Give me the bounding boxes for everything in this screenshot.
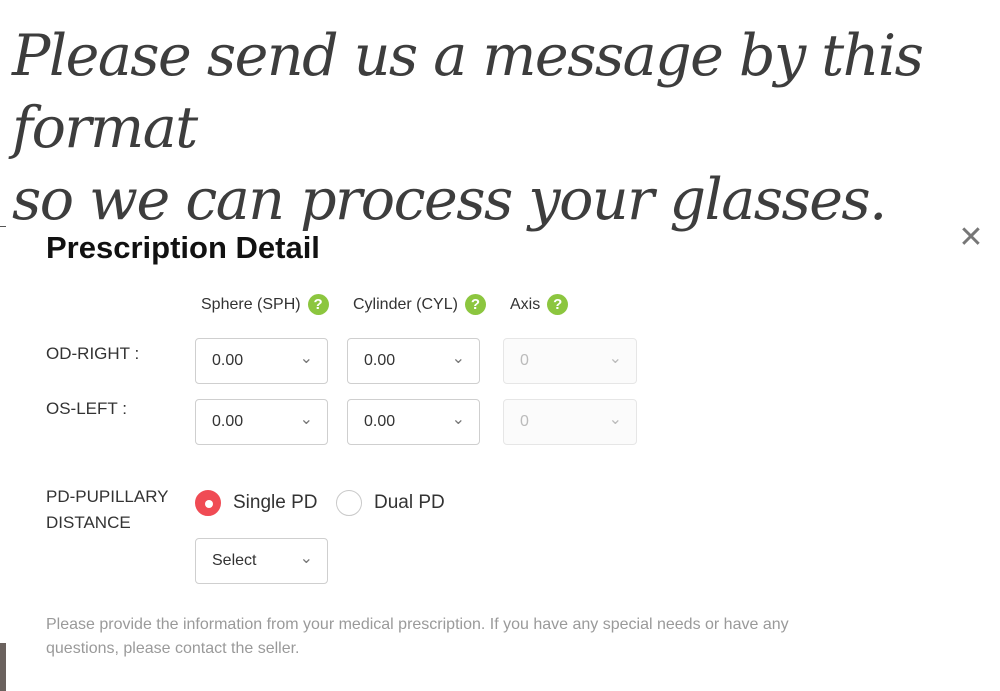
os-sphere-value: 0.00 <box>212 413 244 430</box>
axis-label: Axis <box>510 295 541 313</box>
close-icon[interactable]: ✕ <box>956 223 986 253</box>
note-line-2: questions, please contact the seller. <box>46 640 300 657</box>
od-right-label: OD-RIGHT : <box>46 344 140 363</box>
os-axis-select: 0 ⌄ <box>503 399 637 445</box>
help-icon-sphere[interactable]: ? <box>307 294 329 315</box>
single-pd-radio[interactable]: Single PD <box>195 490 318 516</box>
instruction-headline: Please send us a message by this format … <box>12 20 997 236</box>
pd-select-value: Select <box>212 552 257 569</box>
help-icon-axis[interactable]: ? <box>547 294 569 315</box>
pd-label: PD-PUPILLARY DISTANCE <box>46 484 169 536</box>
chevron-down-icon: ⌄ <box>608 350 622 367</box>
column-header-cylinder: Cylinder (CYL) ? <box>353 294 486 315</box>
od-sphere-value: 0.00 <box>212 352 244 369</box>
pd-label-line-1: PD-PUPILLARY <box>46 487 169 506</box>
os-cylinder-value: 0.00 <box>364 413 396 430</box>
pd-select[interactable]: Select ⌄ <box>195 538 328 584</box>
headline-line-1: Please send us a message by this format <box>12 23 924 161</box>
chevron-down-icon: ⌄ <box>608 411 622 428</box>
os-axis-value: 0 <box>520 413 529 430</box>
prescription-note: Please provide the information from your… <box>46 613 946 661</box>
chevron-down-icon: ⌄ <box>299 550 313 567</box>
edge-bar <box>0 643 6 691</box>
note-line-1: Please provide the information from your… <box>46 616 789 633</box>
os-sphere-select[interactable]: 0.00 ⌄ <box>195 399 328 445</box>
dual-pd-label: Dual PD <box>374 492 445 513</box>
help-icon-cylinder[interactable]: ? <box>464 294 486 315</box>
single-pd-label: Single PD <box>233 492 318 513</box>
radio-checked-icon <box>195 490 221 516</box>
dual-pd-radio[interactable]: Dual PD <box>336 490 445 516</box>
radio-unchecked-icon <box>336 490 362 516</box>
chevron-down-icon: ⌄ <box>451 411 465 428</box>
cylinder-label: Cylinder (CYL) <box>353 295 458 313</box>
column-header-sphere: Sphere (SPH) ? <box>201 294 329 315</box>
od-cylinder-value: 0.00 <box>364 352 396 369</box>
chevron-down-icon: ⌄ <box>299 411 313 428</box>
pd-label-line-2: DISTANCE <box>46 513 131 532</box>
column-header-axis: Axis ? <box>510 294 569 315</box>
headline-line-2: so we can process your glasses. <box>12 167 887 233</box>
od-axis-value: 0 <box>520 352 529 369</box>
od-cylinder-select[interactable]: 0.00 ⌄ <box>347 338 480 384</box>
chevron-down-icon: ⌄ <box>299 350 313 367</box>
od-axis-select: 0 ⌄ <box>503 338 637 384</box>
os-left-label: OS-LEFT : <box>46 399 127 418</box>
modal-title: Prescription Detail <box>46 230 320 265</box>
od-sphere-select[interactable]: 0.00 ⌄ <box>195 338 328 384</box>
chevron-down-icon: ⌄ <box>451 350 465 367</box>
os-cylinder-select[interactable]: 0.00 ⌄ <box>347 399 480 445</box>
sphere-label: Sphere (SPH) <box>201 295 301 313</box>
edge-mark <box>0 226 6 227</box>
